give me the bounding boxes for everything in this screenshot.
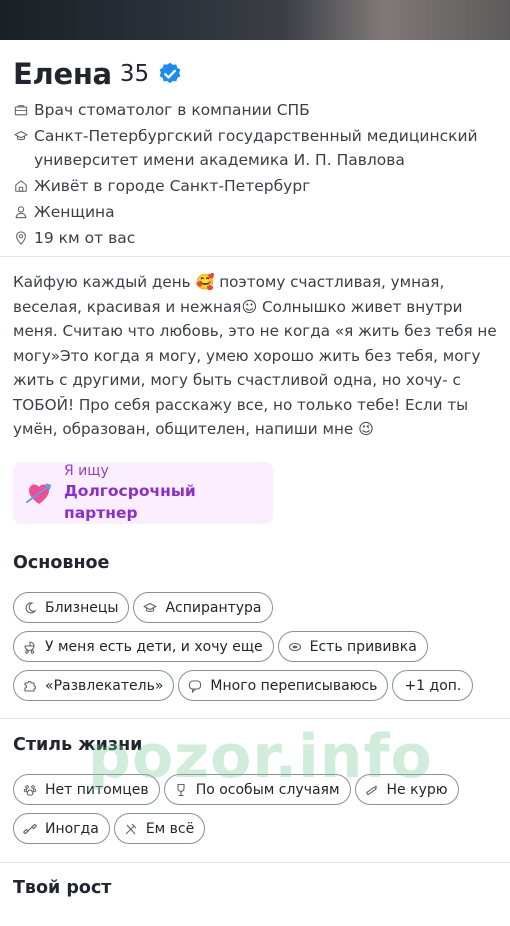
heart-arrow-icon (24, 478, 54, 508)
person-icon (13, 200, 29, 224)
stroller-icon (23, 640, 37, 654)
profile-header: Елена 35 (13, 56, 183, 92)
briefcase-icon (13, 98, 29, 122)
home-icon (13, 174, 29, 198)
divider (0, 718, 510, 719)
chip-pets[interactable]: Нет питомцев (13, 774, 160, 805)
syringe-icon (288, 640, 302, 654)
dumbbell-icon (23, 822, 37, 836)
chip-children-label: У меня есть дети, и хочу еще (45, 638, 263, 655)
more-chips-label: +1 доп. (404, 677, 462, 694)
verified-badge-icon (157, 61, 183, 87)
info-distance: 19 км от вас (13, 226, 493, 250)
chat-icon (188, 679, 202, 693)
divider (0, 862, 510, 863)
basics-chips: Близнецы Аспирантура У меня есть дети, и… (13, 592, 503, 709)
chip-vaccine-label: Есть прививка (309, 638, 417, 655)
chip-personality-label: «Развлекатель» (45, 677, 164, 694)
chip-drinking-label: По особым случаям (195, 781, 340, 798)
lifestyle-chips: Нет питомцев По особым случаям Не курю И… (13, 774, 503, 852)
moon-icon (23, 601, 37, 615)
chip-personality[interactable]: «Развлекатель» (13, 670, 175, 701)
info-job-text: Врач стоматолог в компании СПБ (34, 101, 310, 119)
section-title-height: Твой рост (13, 878, 112, 898)
puzzle-icon (23, 679, 37, 693)
no-smoking-icon (365, 783, 379, 797)
chip-education-label: Аспирантура (165, 599, 262, 616)
profile-age: 35 (119, 61, 150, 87)
bio-text: Кайфую каждый день 🥰 поэтому счастливая,… (13, 270, 499, 442)
more-chips-button[interactable]: +1 доп. (392, 670, 474, 701)
profile-info-list: Врач стоматолог в компании СПБ Санкт-Пет… (13, 98, 493, 252)
bio-part-1: Кайфую каждый день (13, 273, 196, 291)
seeking-card: Я ищу Долгосрочный партнер (13, 462, 273, 524)
profile-photo[interactable] (0, 0, 510, 40)
bio-part-2: поэтому счастливая, умная, веселая, крас… (13, 273, 497, 438)
section-title-lifestyle: Стиль жизни (13, 735, 143, 755)
chip-smoking-label: Не курю (386, 781, 448, 798)
chip-children[interactable]: У меня есть дети, и хочу еще (13, 631, 274, 662)
chip-communication-label: Много переписываюсь (210, 677, 378, 694)
graduation-cap-icon (13, 124, 29, 148)
info-gender-text: Женщина (34, 203, 115, 221)
chip-workout[interactable]: Иногда (13, 813, 110, 844)
divider (0, 256, 510, 257)
chip-pets-label: Нет питомцев (45, 781, 149, 798)
chip-diet-label: Ем всё (145, 820, 195, 837)
seeking-value: Долгосрочный партнер (64, 482, 196, 522)
chip-workout-label: Иногда (45, 820, 99, 837)
chip-drinking[interactable]: По особым случаям (163, 774, 351, 805)
info-city-text: Живёт в городе Санкт-Петербург (34, 177, 311, 195)
info-job: Врач стоматолог в компании СПБ (13, 98, 493, 122)
chip-education[interactable]: Аспирантура (133, 592, 273, 623)
paw-icon (23, 783, 37, 797)
location-pin-icon (13, 226, 29, 250)
chip-diet[interactable]: Ем всё (113, 813, 206, 844)
profile-name: Елена (13, 57, 112, 91)
chip-vaccine[interactable]: Есть прививка (277, 631, 428, 662)
chip-smoking[interactable]: Не курю (354, 774, 459, 805)
fork-knife-icon (124, 822, 138, 836)
chip-zodiac[interactable]: Близнецы (13, 592, 130, 623)
seeking-label: Я ищу (64, 463, 109, 479)
chip-zodiac-label: Близнецы (45, 599, 119, 616)
info-education: Санкт-Петербургский государственный меди… (13, 124, 493, 172)
graduation-cap-icon (143, 601, 158, 615)
info-city: Живёт в городе Санкт-Петербург (13, 174, 493, 198)
info-distance-text: 19 км от вас (34, 229, 136, 247)
bio-emoji-2: 😉 (358, 420, 374, 438)
chip-communication[interactable]: Много переписываюсь (178, 670, 389, 701)
wine-glass-icon (174, 783, 188, 797)
bio-emoji-1: 🥰 (195, 273, 215, 291)
info-gender: Женщина (13, 200, 493, 224)
section-title-basics: Основное (13, 553, 110, 573)
info-education-text: Санкт-Петербургский государственный меди… (34, 127, 478, 169)
